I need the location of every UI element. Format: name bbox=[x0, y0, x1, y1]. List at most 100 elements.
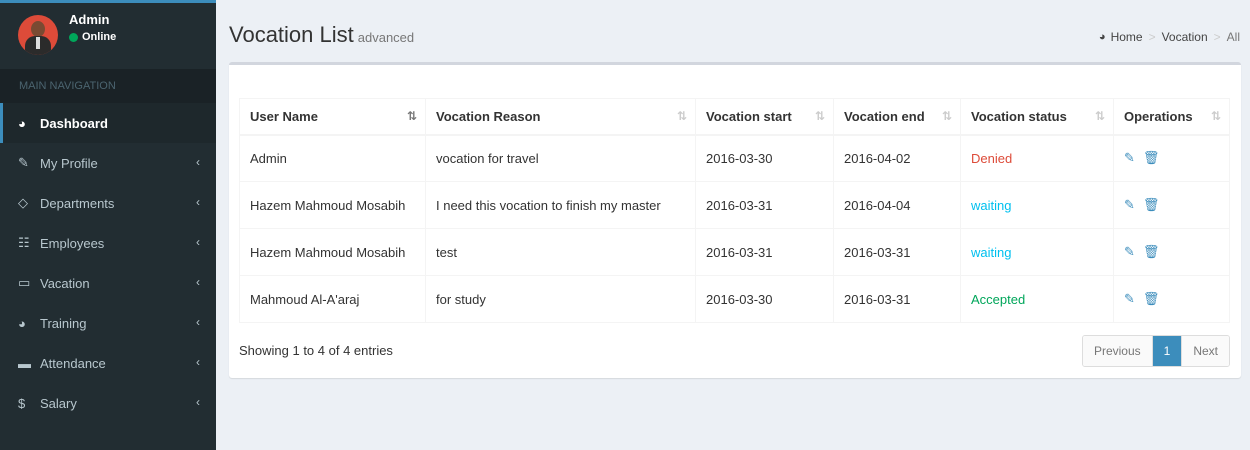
sidebar-item-label: Employees bbox=[40, 235, 105, 251]
chevron-left-icon: ‹ bbox=[196, 395, 200, 409]
cell-reason: vocation for travel bbox=[425, 134, 696, 182]
sidebar-item-label: Training bbox=[40, 315, 87, 331]
sidebar-item-departments[interactable]: ◇ Departments ‹ bbox=[0, 183, 216, 223]
sort-icon: ⇅ bbox=[814, 109, 825, 123]
chevron-left-icon: ‹ bbox=[196, 195, 200, 209]
sidebar: Admin Online MAIN NAVIGATION ◕ Dashboard… bbox=[0, 0, 216, 450]
table-row: Mahmoud Al-A'araj for study 2016-03-30 2… bbox=[239, 275, 1230, 323]
edit-icon[interactable]: ✎ bbox=[1124, 244, 1135, 259]
col-operations[interactable]: Operations ⇅ bbox=[1113, 98, 1230, 136]
edit-icon[interactable]: ✎ bbox=[1124, 197, 1135, 212]
trash-icon[interactable]: 🗑 bbox=[1143, 244, 1160, 259]
sidebar-item-label: My Profile bbox=[40, 155, 98, 171]
breadcrumb-home[interactable]: Home bbox=[1111, 30, 1143, 44]
chevron-left-icon: ‹ bbox=[196, 315, 200, 329]
sidebar-item-label: Attendance bbox=[40, 355, 106, 371]
cell-status: Accepted bbox=[960, 275, 1114, 323]
cell-reason: I need this vocation to finish my master bbox=[425, 181, 696, 229]
employees-icon: ☷ bbox=[18, 235, 30, 250]
sort-icon: ⇅ bbox=[676, 109, 687, 123]
sidebar-item-label: Salary bbox=[40, 395, 77, 411]
avatar[interactable] bbox=[18, 15, 58, 55]
online-dot-icon bbox=[69, 32, 78, 42]
user-name: Admin bbox=[69, 12, 110, 27]
cell-operations: ✎ 🗑 bbox=[1113, 134, 1230, 182]
trash-icon[interactable]: 🗑 bbox=[1143, 291, 1160, 306]
cell-end: 2016-04-04 bbox=[833, 181, 961, 229]
sort-icon: ⇅ bbox=[1094, 109, 1105, 123]
cell-start: 2016-03-31 bbox=[695, 228, 834, 276]
col-vocation-start[interactable]: Vocation start ⇅ bbox=[695, 98, 834, 136]
next-button[interactable]: Next bbox=[1182, 336, 1229, 366]
cell-operations: ✎ 🗑 bbox=[1113, 275, 1230, 323]
sidebar-item-dashboard[interactable]: ◕ Dashboard bbox=[0, 103, 216, 143]
cell-reason: test bbox=[425, 228, 696, 276]
cell-start: 2016-03-31 bbox=[695, 181, 834, 229]
sort-icon: ⇅ bbox=[941, 109, 952, 123]
content-header: Vocation List advanced ◕ Home > Vocation … bbox=[216, 0, 1250, 66]
cell-start: 2016-03-30 bbox=[695, 134, 834, 182]
user-status: Online bbox=[69, 31, 116, 43]
previous-button[interactable]: Previous bbox=[1082, 336, 1152, 366]
cell-start: 2016-03-30 bbox=[695, 275, 834, 323]
dollar-icon: $ bbox=[18, 395, 26, 411]
dashboard-icon: ◕ bbox=[1098, 31, 1106, 43]
cell-user: Admin bbox=[239, 134, 426, 182]
sidebar-item-vacation[interactable]: ▭ Vacation ‹ bbox=[0, 263, 216, 303]
sidebar-item-my-profile[interactable]: ✎ My Profile ‹ bbox=[0, 143, 216, 183]
trash-icon[interactable]: 🗑 bbox=[1143, 150, 1160, 165]
breadcrumb-current: All bbox=[1226, 30, 1240, 44]
cell-user: Hazem Mahmoud Mosabih bbox=[239, 228, 426, 276]
chevron-left-icon: ‹ bbox=[196, 235, 200, 249]
breadcrumb-separator: > bbox=[1148, 30, 1156, 44]
departments-icon: ◇ bbox=[18, 195, 28, 210]
chevron-left-icon: ‹ bbox=[196, 355, 200, 369]
vocation-table: User Name ⇅ Vocation Reason ⇅ Vocation sta… bbox=[239, 98, 1230, 323]
table-info: Showing 1 to 4 of 4 entries bbox=[239, 343, 393, 358]
cell-end: 2016-03-31 bbox=[833, 275, 961, 323]
cell-end: 2016-03-31 bbox=[833, 228, 961, 276]
cell-end: 2016-04-02 bbox=[833, 134, 961, 182]
cell-operations: ✎ 🗑 bbox=[1113, 181, 1230, 229]
col-user-name[interactable]: User Name ⇅ bbox=[239, 98, 426, 136]
table-row: Hazem Mahmoud Mosabih test 2016-03-31 20… bbox=[239, 228, 1230, 276]
table-row: Hazem Mahmoud Mosabih I need this vocati… bbox=[239, 181, 1230, 229]
col-vocation-status[interactable]: Vocation status ⇅ bbox=[960, 98, 1114, 136]
table-row: Admin vocation for travel 2016-03-30 201… bbox=[239, 134, 1230, 182]
sort-icon: ⇅ bbox=[1210, 109, 1221, 123]
pie-chart-icon: ◕ bbox=[18, 315, 26, 331]
chevron-left-icon: ‹ bbox=[196, 155, 200, 169]
breadcrumb-vocation[interactable]: Vocation bbox=[1162, 30, 1208, 44]
dashboard-icon: ◕ bbox=[18, 115, 26, 131]
page-1-button[interactable]: 1 bbox=[1151, 336, 1183, 366]
sort-asc-icon: ⇅ bbox=[406, 109, 417, 123]
edit-icon[interactable]: ✎ bbox=[1124, 291, 1135, 306]
cell-user: Mahmoud Al-A'araj bbox=[239, 275, 426, 323]
laptop-icon: ▭ bbox=[18, 275, 31, 290]
col-vocation-reason[interactable]: Vocation Reason ⇅ bbox=[425, 98, 696, 136]
cell-status: waiting bbox=[960, 228, 1114, 276]
cell-status: Denied bbox=[960, 134, 1114, 182]
col-vocation-end[interactable]: Vocation end ⇅ bbox=[833, 98, 961, 136]
nav-header: MAIN NAVIGATION bbox=[0, 69, 216, 103]
sidebar-item-salary[interactable]: $ Salary ‹ bbox=[0, 383, 216, 423]
cell-reason: for study bbox=[425, 275, 696, 323]
content: Vocation List advanced ◕ Home > Vocation … bbox=[216, 0, 1250, 450]
breadcrumb: ◕ Home > Vocation > All bbox=[1099, 30, 1240, 44]
sidebar-item-training[interactable]: ◕ Training ‹ bbox=[0, 303, 216, 343]
pagination: Previous 1 Next bbox=[1081, 335, 1230, 367]
table-header-row: User Name ⇅ Vocation Reason ⇅ Vocation sta… bbox=[239, 98, 1230, 136]
breadcrumb-separator: > bbox=[1213, 30, 1221, 44]
sidebar-item-employees[interactable]: ☷ Employees ‹ bbox=[0, 223, 216, 263]
cell-status: waiting bbox=[960, 181, 1114, 229]
edit-icon: ✎ bbox=[18, 155, 29, 170]
folder-icon: ▬ bbox=[18, 355, 31, 371]
sidebar-item-attendance[interactable]: ▬ Attendance ‹ bbox=[0, 343, 216, 383]
chevron-left-icon: ‹ bbox=[196, 275, 200, 289]
trash-icon[interactable]: 🗑 bbox=[1143, 197, 1160, 212]
page-subtitle: advanced bbox=[357, 30, 415, 45]
edit-icon[interactable]: ✎ bbox=[1124, 150, 1135, 165]
page-title-text: Vocation List bbox=[229, 22, 354, 47]
cell-operations: ✎ 🗑 bbox=[1113, 228, 1230, 276]
sidebar-item-label: Departments bbox=[40, 195, 115, 211]
